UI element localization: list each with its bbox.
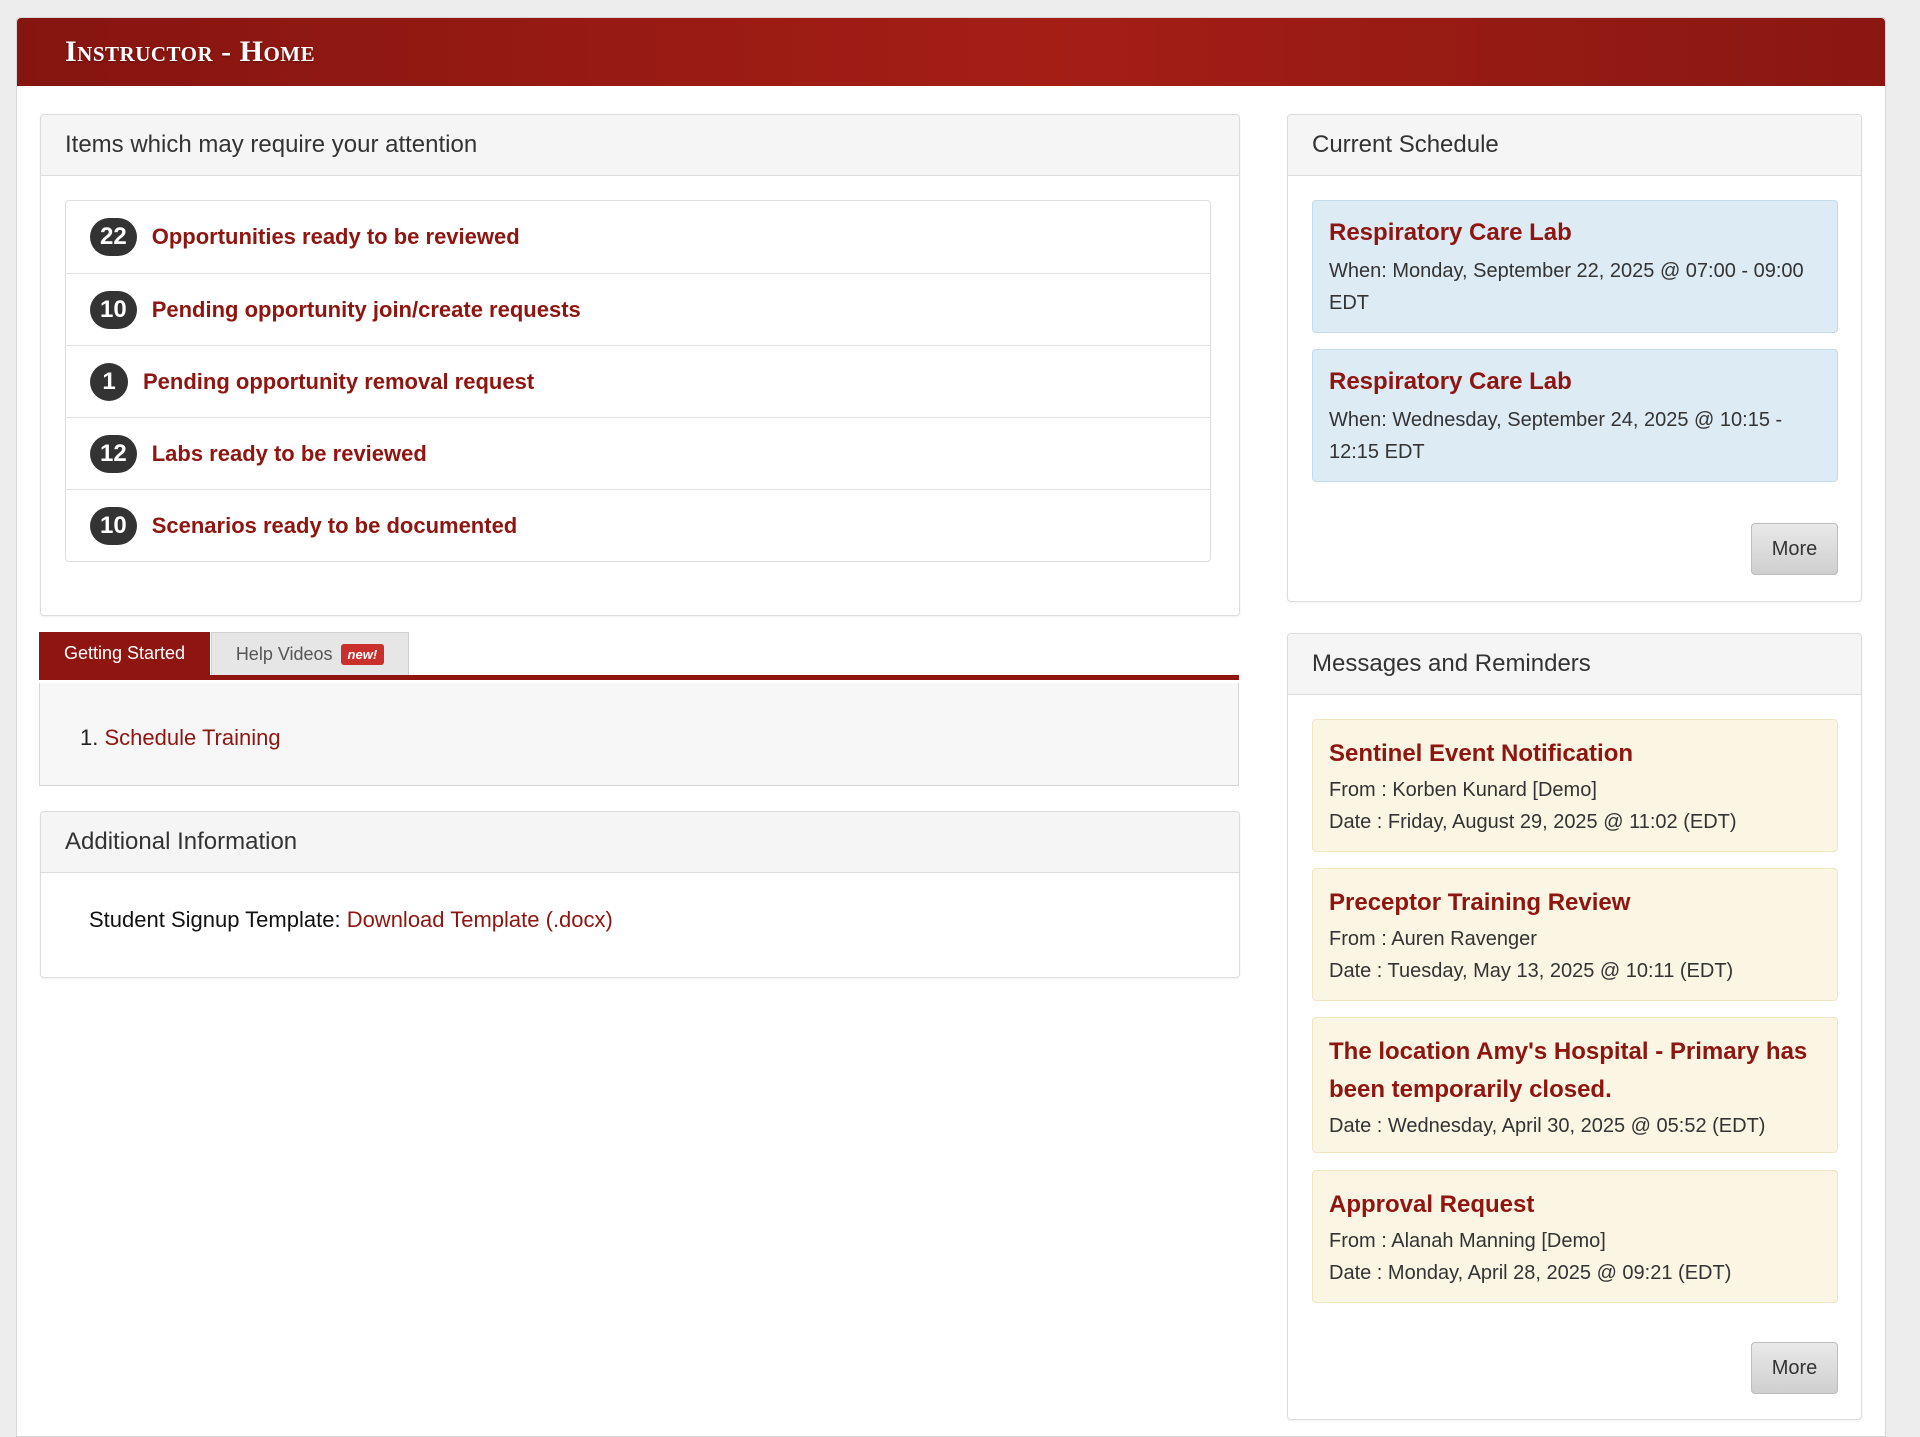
message-title[interactable]: Preceptor Training Review [1329, 885, 1821, 921]
count-badge: 1 [90, 362, 128, 401]
message-date: Date : Friday, August 29, 2025 @ 11:02 (… [1329, 811, 1737, 833]
attention-item-removal-request[interactable]: 1 Pending opportunity removal request [66, 345, 1210, 417]
message-title[interactable]: The location Amy's Hospital - Primary ha… [1329, 1034, 1821, 1070]
schedule-panel: Current Schedule Respiratory Care Lab Wh… [1287, 114, 1862, 602]
schedule-item-when: When: Wednesday, September 24, 2025 @ 10… [1329, 409, 1783, 431]
count-badge: 22 [90, 218, 137, 256]
message-item[interactable]: Approval Request From : Alanah Manning [… [1312, 1170, 1838, 1303]
attention-list: 22 Opportunities ready to be reviewed 10… [65, 200, 1211, 562]
schedule-item-title[interactable]: Respiratory Care Lab [1329, 219, 1821, 247]
schedule-panel-title: Current Schedule [1288, 115, 1861, 176]
template-label: Student Signup Template: [89, 907, 341, 932]
messages-more-button[interactable]: More [1751, 1342, 1838, 1394]
download-template-link[interactable]: Download Template (.docx) [347, 907, 613, 932]
count-badge: 12 [90, 434, 137, 473]
schedule-more-button[interactable]: More [1751, 523, 1838, 575]
schedule-item[interactable]: Respiratory Care Lab When: Wednesday, Se… [1312, 349, 1838, 482]
attention-link[interactable]: Labs ready to be reviewed [152, 441, 427, 467]
attention-link[interactable]: Pending opportunity removal request [143, 369, 534, 395]
tab-bar: Getting Started Help Videos new! [39, 632, 1239, 680]
attention-item-scenarios-document[interactable]: 10 Scenarios ready to be documented [66, 489, 1210, 561]
schedule-item-when-cont: 12:15 EDT [1329, 441, 1425, 463]
additional-info-body: Student Signup Template: Download Templa… [41, 873, 1239, 967]
message-item[interactable]: Preceptor Training Review From : Auren R… [1312, 868, 1838, 1001]
schedule-training-link[interactable]: Schedule Training [104, 725, 280, 750]
attention-item-labs-review[interactable]: 12 Labs ready to be reviewed [66, 417, 1210, 489]
message-from: From : Auren Ravenger [1329, 928, 1537, 950]
messages-panel: Messages and Reminders Sentinel Event No… [1287, 633, 1862, 1420]
message-date: Date : Tuesday, May 13, 2025 @ 10:11 (ED… [1329, 960, 1734, 982]
message-title-cont[interactable]: been temporarily closed. [1329, 1072, 1821, 1108]
attention-item-join-requests[interactable]: 10 Pending opportunity join/create reque… [66, 273, 1210, 345]
attention-link[interactable]: Pending opportunity join/create requests [152, 297, 581, 323]
list-number: 1. [80, 725, 99, 750]
message-item[interactable]: The location Amy's Hospital - Primary ha… [1312, 1017, 1838, 1153]
schedule-item-title[interactable]: Respiratory Care Lab [1329, 368, 1821, 396]
count-badge: 10 [90, 506, 137, 545]
message-item[interactable]: Sentinel Event Notification From : Korbe… [1312, 719, 1838, 852]
message-date: Date : Monday, April 28, 2025 @ 09:21 (E… [1329, 1262, 1732, 1284]
attention-link[interactable]: Scenarios ready to be documented [152, 513, 518, 539]
page-header: Instructor - Home [17, 18, 1885, 86]
attention-link[interactable]: Opportunities ready to be reviewed [152, 224, 520, 250]
additional-info-title: Additional Information [41, 812, 1239, 873]
messages-panel-title: Messages and Reminders [1288, 634, 1861, 695]
attention-item-opportunities-review[interactable]: 22 Opportunities ready to be reviewed [66, 201, 1210, 273]
count-badge: 10 [90, 290, 137, 329]
tab-help-videos[interactable]: Help Videos new! [211, 632, 409, 675]
tab-help-videos-label: Help Videos [235, 643, 333, 664]
schedule-item[interactable]: Respiratory Care Lab When: Monday, Septe… [1312, 200, 1838, 333]
message-from: From : Alanah Manning [Demo] [1329, 1230, 1606, 1252]
message-from: From : Korben Kunard [Demo] [1329, 779, 1597, 801]
additional-info-panel: Additional Information Student Signup Te… [40, 811, 1240, 978]
page-title: Instructor - Home [65, 35, 316, 68]
schedule-item-when: When: Monday, September 22, 2025 @ 07:00… [1329, 260, 1804, 282]
tab-getting-started[interactable]: Getting Started [39, 632, 210, 675]
attention-panel-title: Items which may require your attention [41, 115, 1239, 176]
new-badge: new! [340, 643, 385, 665]
schedule-item-when-cont: EDT [1329, 292, 1369, 314]
getting-started-content: 1. Schedule Training [39, 683, 1239, 786]
message-title[interactable]: Sentinel Event Notification [1329, 736, 1821, 772]
attention-panel: Items which may require your attention 2… [40, 114, 1240, 616]
message-date: Date : Wednesday, April 30, 2025 @ 05:52… [1329, 1115, 1766, 1137]
message-title[interactable]: Approval Request [1329, 1187, 1821, 1223]
